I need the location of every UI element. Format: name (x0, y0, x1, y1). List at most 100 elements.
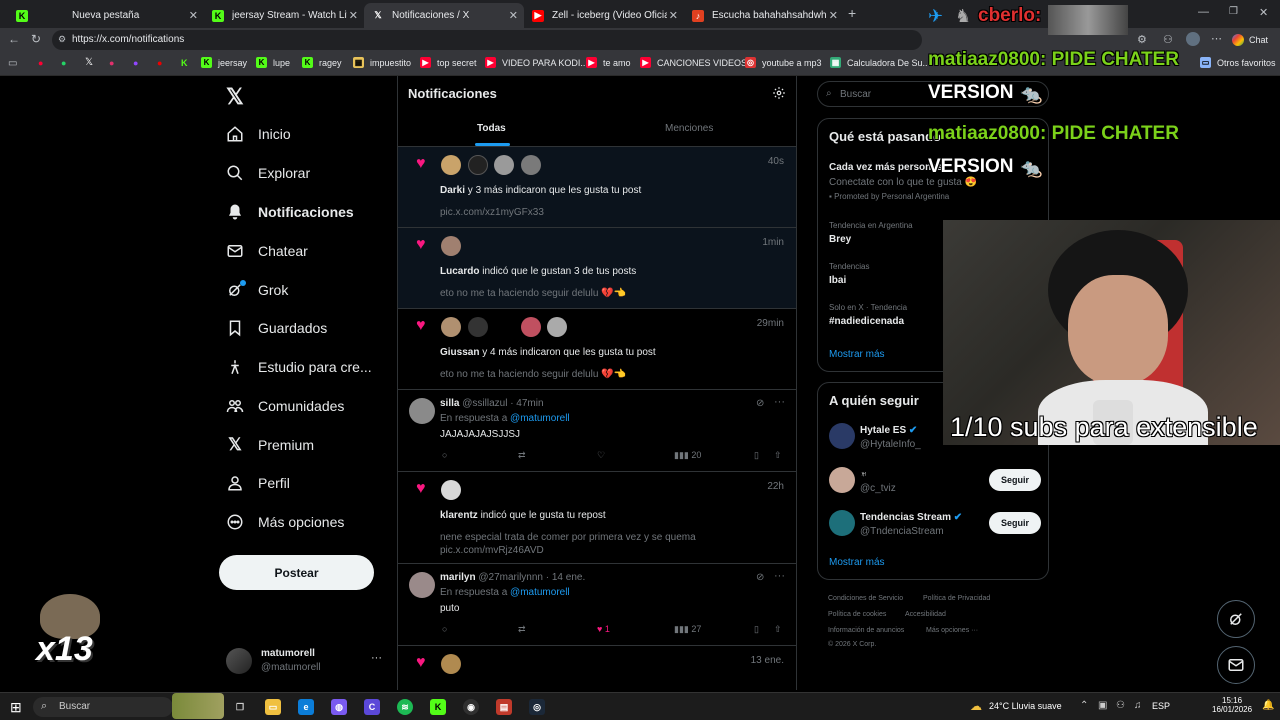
notification-item[interactable]: ♥ 13 ene. (398, 646, 796, 690)
grok-icon[interactable]: ⊘ (756, 572, 764, 583)
close-icon[interactable]: ✕ (669, 9, 678, 22)
footer-link[interactable]: Política de Privacidad (923, 595, 990, 602)
bookmark-twitch-icon[interactable]: ● (133, 58, 138, 68)
avatar[interactable] (829, 423, 855, 449)
url-field[interactable]: ⚙ https://x.com/notifications (52, 30, 922, 50)
weather-text[interactable]: 24°C Lluvia suave (989, 701, 1062, 711)
downloads-icon[interactable]: ⚇ (1163, 33, 1173, 46)
site-info-icon[interactable]: ⚙ (58, 34, 66, 45)
app-icon[interactable]: C (364, 699, 380, 715)
bookmark-ragey[interactable]: Kragey (302, 57, 342, 68)
notification-item[interactable]: ♥ 1min Lucardo indicó que le gustan 3 de… (398, 228, 796, 309)
bookmark-calculadora[interactable]: ▦ Calculadora De Su... (830, 57, 930, 68)
account-name[interactable]: ♅ (860, 469, 868, 480)
avatar[interactable] (441, 654, 461, 674)
avatar[interactable] (441, 317, 461, 337)
clock[interactable]: 15:16 16/01/2026 (1212, 696, 1252, 714)
trend-item[interactable]: #nadiedicenada (829, 316, 904, 327)
menu-icon[interactable]: ⋯ (1211, 32, 1222, 45)
like-icon[interactable]: ♡ (597, 450, 605, 461)
volume-icon[interactable]: ♫ (1134, 700, 1142, 711)
post-preview[interactable]: eto no me ta haciendo seguir delulu 💔👈 (440, 288, 626, 299)
grok-icon[interactable]: ⊘ (756, 398, 764, 409)
tab-kick-stream[interactable]: K jeersay Stream - Watch Live on Kick ✕ (204, 3, 364, 28)
avatar[interactable] (829, 467, 855, 493)
bookmark-impuestito[interactable]: ▦ impuestito (353, 57, 411, 68)
show-more-link[interactable]: Mostrar más (829, 349, 885, 360)
avatar[interactable] (494, 317, 514, 337)
bookmark-jeersay[interactable]: Kjeersay (201, 57, 247, 68)
views-icon[interactable]: ▮▮▮ 20 (674, 450, 701, 461)
follow-button[interactable]: Seguir (989, 512, 1041, 534)
trend-item[interactable]: Ibai (829, 275, 846, 286)
edge-icon[interactable]: e (298, 699, 314, 715)
nav-explore[interactable]: Explorar (226, 157, 310, 189)
bookmark-whatsapp-icon[interactable]: ● (61, 58, 66, 68)
nav-profile[interactable]: Perfil (226, 467, 290, 499)
nav-chat[interactable]: Chatear (226, 235, 308, 267)
bookmark-icon[interactable]: ▯ (754, 624, 759, 635)
settings-icon[interactable] (772, 86, 786, 105)
bookmark-top-secret[interactable]: ▶ top secret (420, 57, 477, 68)
post-button[interactable]: Postear (219, 555, 374, 590)
close-icon[interactable]: ✕ (189, 9, 198, 22)
tab-youtube[interactable]: ▶ Zell - iceberg (Video Oficial) - YouTu… (524, 3, 684, 28)
account-name[interactable]: Tendencias Stream ✔ (860, 512, 962, 523)
nav-premium[interactable]: 𝕏 Premium (226, 429, 314, 461)
trend-item[interactable]: Brey (829, 234, 851, 245)
bookmark-youtube-icon[interactable]: ● (38, 58, 43, 68)
avatar[interactable] (409, 398, 435, 424)
kick-icon[interactable]: K (430, 699, 446, 715)
user-name[interactable]: Darki (440, 185, 465, 196)
tray-chevron-icon[interactable]: ⌃ (1080, 700, 1088, 711)
mention-link[interactable]: @matumorell (510, 413, 570, 424)
follow-button[interactable]: Seguir (989, 469, 1041, 491)
calendar-icon[interactable]: ▤ (496, 699, 512, 715)
avatar[interactable] (441, 155, 461, 175)
steam-icon[interactable]: ◎ (529, 699, 545, 715)
tray-icon[interactable]: ▣ (1098, 700, 1107, 711)
post-preview[interactable]: pic.x.com/xz1myGFx33 (440, 207, 544, 218)
minimize-icon[interactable]: — (1198, 6, 1209, 18)
avatar[interactable] (829, 510, 855, 536)
bookmark-canciones[interactable]: ▶ CANCIONES VIDEOS (640, 57, 747, 68)
avatar[interactable] (521, 317, 541, 337)
tab-mentions[interactable]: Menciones (598, 114, 796, 146)
grok-button[interactable] (1217, 600, 1255, 638)
avatar[interactable] (547, 317, 567, 337)
tab-all[interactable]: Todas (398, 114, 598, 146)
more-icon[interactable]: ··· (774, 396, 785, 408)
nav-communities[interactable]: Comunidades (226, 390, 344, 422)
bookmark-x-icon[interactable]: 𝕏 (85, 57, 93, 68)
windows-start-icon[interactable]: ⊞ (10, 699, 22, 716)
network-icon[interactable]: ⚇ (1116, 700, 1125, 711)
reply-icon[interactable]: ○ (442, 450, 447, 460)
task-view-icon[interactable]: ❐ (232, 699, 248, 715)
nav-grok[interactable]: Grok (226, 274, 288, 306)
reply-icon[interactable]: ○ (442, 624, 447, 634)
close-icon[interactable]: ✕ (349, 9, 358, 22)
like-icon[interactable]: ♥ 1 (597, 624, 610, 634)
share-icon[interactable]: ⇧ (774, 624, 782, 635)
tab-music[interactable]: ♪ Escucha bahahahsahdwh 2 de silla ✕ (684, 3, 844, 28)
bookmark-icon[interactable]: ▯ (754, 450, 759, 461)
avatar[interactable] (494, 155, 514, 175)
footer-link[interactable]: Accesibilidad (905, 611, 946, 618)
tab-kick[interactable]: K (8, 3, 38, 28)
x-logo-icon[interactable]: 𝕏 (226, 84, 244, 110)
weather-icon[interactable]: ☁ (970, 699, 982, 713)
maximize-icon[interactable]: ❐ (1229, 6, 1238, 17)
avatar[interactable] (441, 236, 461, 256)
bookmark-pinterest-icon[interactable]: ● (157, 58, 162, 68)
user-name[interactable]: klarentz (440, 510, 478, 521)
bookmark-video-kodi[interactable]: ▶ VIDEO PARA KODI... (485, 57, 588, 68)
tab-notifications[interactable]: 𝕏 Notificaciones / X ✕ (364, 3, 524, 28)
footer-link[interactable]: Política de cookies (828, 611, 886, 618)
more-icon[interactable]: ··· (371, 652, 382, 664)
notification-item[interactable]: ♥ 40s Darki y 3 más indicaron que les gu… (398, 147, 796, 228)
chat-button[interactable]: Chat (1232, 31, 1268, 49)
bookmark-instagram-icon[interactable]: ● (109, 58, 114, 68)
repost-icon[interactable]: ⇄ (518, 624, 526, 635)
post-preview[interactable]: eto no me ta haciendo seguir delulu 💔👈 (440, 369, 626, 380)
nav-bookmarks[interactable]: Guardados (226, 312, 327, 344)
